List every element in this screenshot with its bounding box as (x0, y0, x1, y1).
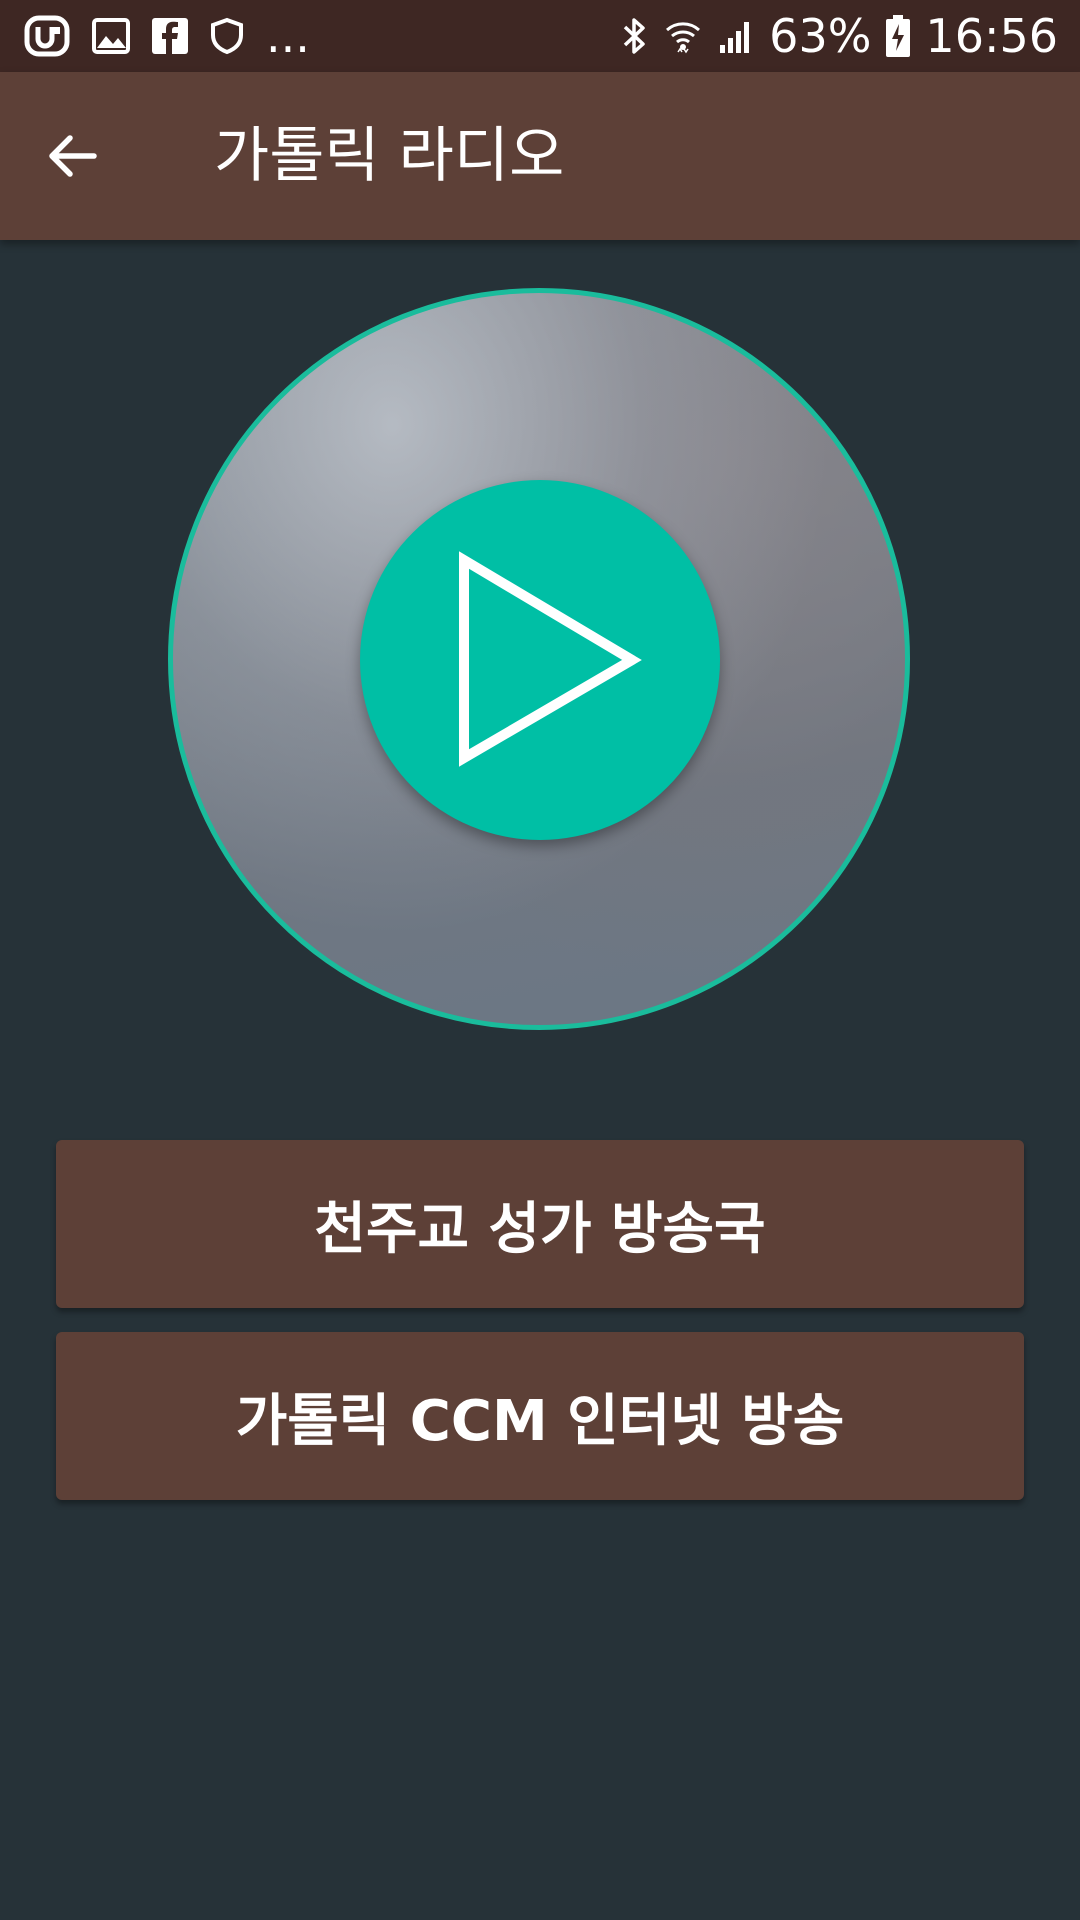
facebook-icon (152, 18, 188, 54)
status-bar: ... 63% 16:56 (0, 0, 1080, 72)
station-button-catholic-hymn[interactable]: 천주교 성가 방송국 (56, 1140, 1024, 1308)
u-plus-icon (24, 13, 70, 59)
system-icons: 63% 16:56 (619, 0, 1058, 72)
battery-icon (885, 14, 911, 58)
back-button[interactable] (28, 112, 116, 200)
battery-percentage: 63% (769, 9, 872, 63)
signal-icon (717, 17, 755, 55)
app-bar: 가톨릭 라디오 (0, 72, 1080, 240)
play-icon (459, 551, 642, 767)
notification-icons: ... (24, 0, 310, 72)
play-button[interactable] (360, 480, 720, 840)
image-icon (92, 17, 130, 55)
station-button-catholic-ccm[interactable]: 가톨릭 CCM 인터넷 방송 (56, 1332, 1024, 1500)
station-button-label: 가톨릭 CCM 인터넷 방송 (235, 1388, 845, 1454)
page-title: 가톨릭 라디오 (214, 121, 565, 191)
shield-icon (210, 17, 244, 55)
station-button-label: 천주교 성가 방송국 (314, 1196, 766, 1262)
arrow-left-icon (49, 135, 97, 177)
clock: 16:56 (925, 9, 1058, 63)
more-icon: ... (266, 9, 310, 63)
bluetooth-icon (619, 16, 649, 56)
wifi-icon (663, 16, 703, 56)
